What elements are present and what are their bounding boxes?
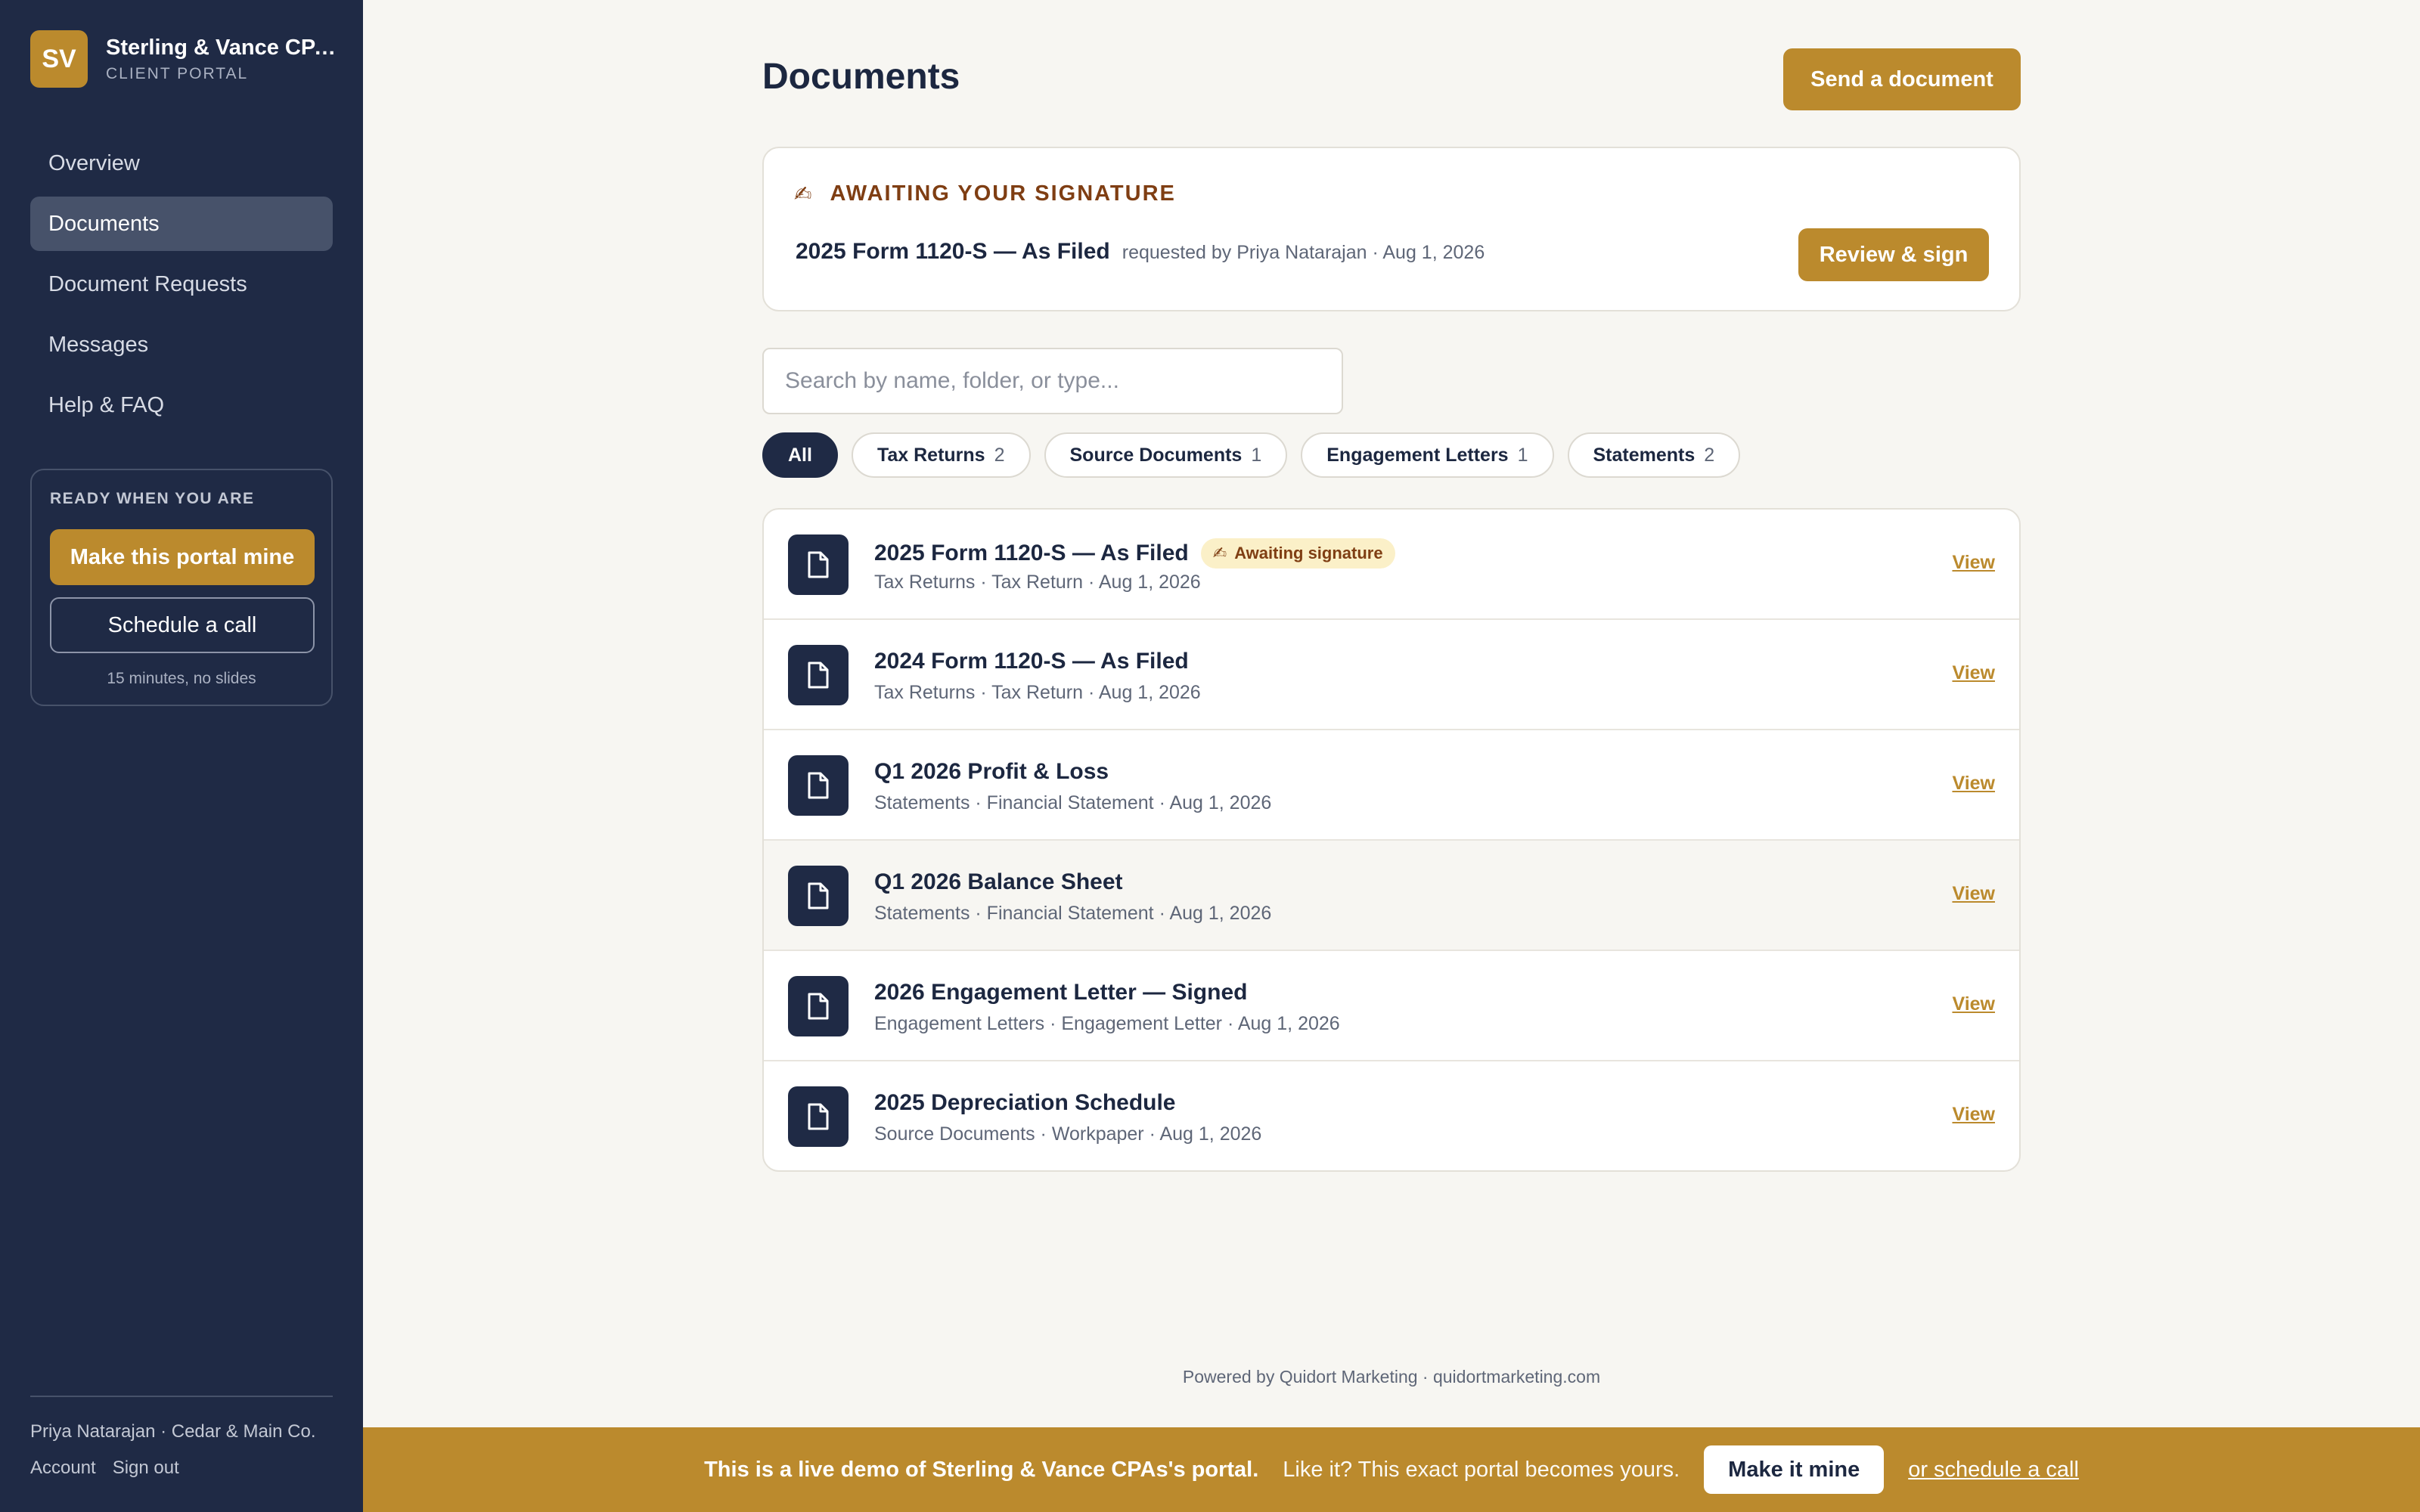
document-title: 2025 Form 1120-S — As Filed	[874, 541, 1189, 565]
sidebar-item-document-requests[interactable]: Document Requests	[30, 257, 333, 311]
document-title: 2026 Engagement Letter — Signed	[874, 980, 1248, 1005]
document-row[interactable]: Q1 2026 Balance Sheet Statements · Finan…	[764, 841, 2019, 951]
view-document-link[interactable]: View	[1952, 662, 1995, 684]
filter-chips: All Tax Returns 2 Source Documents 1 Eng…	[762, 432, 1754, 478]
demo-banner-message: This is a live demo of Sterling & Vance …	[704, 1457, 1259, 1482]
filter-chip-label: Source Documents	[1069, 444, 1243, 466]
writing-hand-icon: ✍	[1212, 544, 1227, 562]
filter-chip-count: 1	[1251, 444, 1262, 466]
filter-chip-label: Tax Returns	[876, 444, 985, 466]
awaiting-signature-heading: ✍ AWAITING YOUR SIGNATURE	[794, 181, 1176, 206]
promo-title: READY WHEN YOU ARE	[50, 490, 255, 507]
document-file-icon	[788, 976, 849, 1036]
brand-subtitle: CLIENT PORTAL	[106, 64, 249, 82]
brand[interactable]: SV Sterling & Vance CPAs CLIENT PORTAL	[30, 30, 340, 88]
schedule-call-button[interactable]: Schedule a call	[50, 597, 315, 653]
document-meta: Tax Returns · Tax Return · Aug 1, 2026	[874, 572, 1201, 593]
brand-name: Sterling & Vance CPAs	[106, 35, 340, 60]
document-title: 2025 Depreciation Schedule	[874, 1090, 1176, 1115]
filter-chip-engagement-letters[interactable]: Engagement Letters 1	[1301, 432, 1554, 478]
sidebar-divider	[30, 1396, 333, 1397]
document-file-icon	[788, 645, 849, 705]
make-portal-mine-button[interactable]: Make this portal mine	[50, 529, 315, 585]
filter-chip-source-documents[interactable]: Source Documents 1	[1044, 432, 1288, 478]
awaiting-signature-badge: ✍ Awaiting signature	[1200, 538, 1395, 569]
badge-label: Awaiting signature	[1234, 544, 1383, 562]
brand-logo: SV	[30, 30, 88, 88]
account-links: Account Sign out	[30, 1458, 196, 1479]
review-and-sign-button[interactable]: Review & sign	[1798, 228, 1989, 281]
make-it-mine-button[interactable]: Make it mine	[1704, 1445, 1885, 1494]
demo-banner: This is a live demo of Sterling & Vance …	[363, 1427, 2420, 1512]
schedule-call-link[interactable]: or schedule a call	[1908, 1458, 2079, 1483]
powered-by-footer: Powered by Quidort Marketing · quidortma…	[1182, 1367, 1601, 1387]
document-row[interactable]: 2025 Form 1120-S — As Filed ✍ Awaiting s…	[764, 510, 2019, 620]
filter-chip-statements[interactable]: Statements 2	[1567, 432, 1741, 478]
document-meta: Source Documents · Workpaper · Aug 1, 20…	[874, 1123, 1262, 1145]
sidebar-nav: Overview Documents Document Requests Mes…	[30, 136, 333, 438]
document-title: Q1 2026 Balance Sheet	[874, 869, 1123, 894]
sidebar-item-help-faq[interactable]: Help & FAQ	[30, 378, 333, 432]
awaiting-signature-card: ✍ AWAITING YOUR SIGNATURE 2025 Form 1120…	[762, 147, 2021, 311]
filter-chip-all[interactable]: All	[762, 432, 838, 478]
document-row[interactable]: 2025 Depreciation Schedule Source Docume…	[764, 1061, 2019, 1170]
filter-chip-count: 1	[1517, 444, 1528, 466]
portal-promo-card: READY WHEN YOU ARE Make this portal mine…	[30, 469, 333, 706]
sign-out-link[interactable]: Sign out	[113, 1458, 179, 1478]
document-list: 2025 Form 1120-S — As Filed ✍ Awaiting s…	[762, 508, 2021, 1172]
sidebar-item-messages[interactable]: Messages	[30, 318, 333, 372]
send-document-button[interactable]: Send a document	[1783, 48, 2021, 110]
document-meta: Statements · Financial Statement · Aug 1…	[874, 792, 1272, 813]
document-file-icon	[788, 1086, 849, 1147]
document-row[interactable]: 2026 Engagement Letter — Signed Engageme…	[764, 951, 2019, 1061]
view-document-link[interactable]: View	[1952, 1104, 1995, 1126]
demo-banner-subtext: Like it? This exact portal becomes yours…	[1283, 1457, 1680, 1482]
document-file-icon	[788, 755, 849, 816]
document-file-icon	[788, 534, 849, 595]
filter-chip-count: 2	[1704, 444, 1715, 466]
filter-chip-label: Engagement Letters	[1326, 444, 1509, 466]
signature-document-name: 2025 Form 1120-S — As Filed	[796, 239, 1110, 264]
page-title: Documents	[762, 57, 960, 97]
page-header: Documents Send a document	[762, 48, 2021, 110]
document-file-icon	[788, 866, 849, 926]
filter-chip-label: All	[788, 444, 812, 466]
view-document-link[interactable]: View	[1952, 993, 1995, 1015]
document-meta: Statements · Financial Statement · Aug 1…	[874, 903, 1272, 924]
document-title: 2024 Form 1120-S — As Filed	[874, 649, 1189, 674]
filter-chip-count: 2	[994, 444, 1005, 466]
document-meta: Engagement Letters · Engagement Letter ·…	[874, 1013, 1340, 1034]
document-search-input[interactable]	[762, 348, 1343, 414]
signature-document: 2025 Form 1120-S — As Filed requested by…	[796, 239, 1485, 265]
document-title: Q1 2026 Profit & Loss	[874, 759, 1109, 784]
document-row[interactable]: 2024 Form 1120-S — As Filed Tax Returns …	[764, 620, 2019, 730]
filter-chip-label: Statements	[1593, 444, 1696, 466]
signature-document-meta: requested by Priya Natarajan · Aug 1, 20…	[1122, 242, 1485, 263]
current-user-label: Priya Natarajan · Cedar & Main Co.	[30, 1421, 316, 1442]
document-row[interactable]: Q1 2026 Profit & Loss Statements · Finan…	[764, 730, 2019, 841]
view-document-link[interactable]: View	[1952, 883, 1995, 905]
view-document-link[interactable]: View	[1952, 773, 1995, 795]
sidebar-item-overview[interactable]: Overview	[30, 136, 333, 191]
promo-note: 15 minutes, no slides	[107, 670, 256, 687]
writing-hand-icon: ✍	[794, 182, 814, 206]
sidebar-item-documents[interactable]: Documents	[30, 197, 333, 251]
sidebar: SV Sterling & Vance CPAs CLIENT PORTAL O…	[0, 0, 363, 1512]
filter-chip-tax-returns[interactable]: Tax Returns 2	[851, 432, 1031, 478]
awaiting-signature-title: AWAITING YOUR SIGNATURE	[830, 181, 1176, 206]
view-document-link[interactable]: View	[1952, 552, 1995, 574]
document-meta: Tax Returns · Tax Return · Aug 1, 2026	[874, 682, 1201, 703]
account-link[interactable]: Account	[30, 1458, 96, 1478]
